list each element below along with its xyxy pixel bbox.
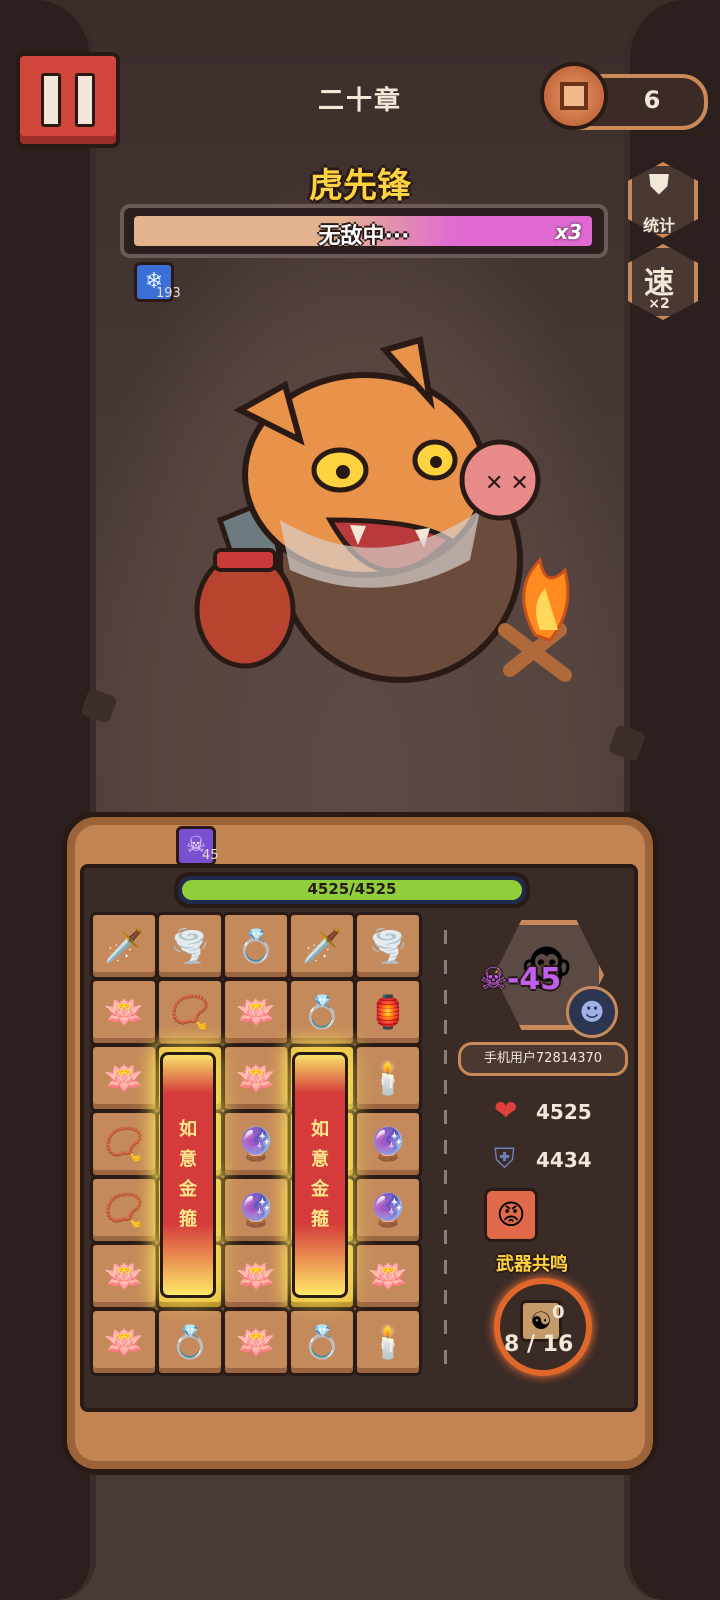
tiger-boss-illustration: ✕ ✕: [194, 336, 572, 683]
rage-face-icon[interactable]: 😡: [484, 1188, 538, 1242]
stats-label: 统计: [642, 216, 675, 235]
pillar-text: 如意金箍: [179, 1119, 197, 1230]
shield-icon: ⛨: [494, 1142, 516, 1175]
boss-health-bar: 无敌中··· x3: [120, 204, 608, 258]
lotus-tile[interactable]: 🪷: [222, 978, 290, 1046]
sword-tile[interactable]: 🗡️: [90, 912, 158, 980]
username-plate: 手机用户72814370: [458, 1042, 628, 1076]
svg-text:✕ ✕: ✕ ✕: [485, 471, 529, 496]
candle-tile[interactable]: 🕯️: [354, 1308, 422, 1376]
jade-ring-tile[interactable]: 💍: [288, 1308, 356, 1376]
jade-ring-tile[interactable]: 💍: [288, 978, 356, 1046]
lotus-tile[interactable]: 🪷: [222, 1044, 290, 1112]
lotus-tile[interactable]: 🪷: [90, 1044, 158, 1112]
boss-multiplier: x3: [555, 220, 582, 244]
jade-ring-tile[interactable]: 💍: [156, 1308, 224, 1376]
bracelet-tile[interactable]: 📿: [156, 978, 224, 1046]
panel-divider: [444, 930, 447, 1370]
coin-icon: [540, 62, 608, 130]
sword-tile[interactable]: 🗡️: [288, 912, 356, 980]
heart-icon: ❤: [494, 1094, 518, 1127]
wind-tile[interactable]: 🌪️: [354, 912, 422, 980]
lotus-tile[interactable]: 🪷: [354, 1242, 422, 1310]
lotus-tile[interactable]: 🪷: [222, 1242, 290, 1310]
player-hp-bar: 4525/4525: [174, 872, 530, 908]
avatar[interactable]: ☻: [566, 986, 618, 1038]
golden-staff-pillar[interactable]: 如意金箍: [160, 1052, 216, 1298]
lotus-tile[interactable]: 🪷: [90, 1242, 158, 1310]
buff-count: 193: [156, 286, 181, 301]
boss-status: 无敌中···: [318, 224, 410, 249]
damage-text: -45: [506, 962, 562, 997]
lotus-tile[interactable]: 🪷: [222, 1308, 290, 1376]
poison-count: 45: [202, 848, 219, 863]
orb-tile[interactable]: 🔮: [354, 1176, 422, 1244]
speed-multiplier: ×2: [648, 296, 670, 312]
player-armor-value: 4434: [536, 1148, 592, 1172]
orb-tile[interactable]: 🔮: [222, 1176, 290, 1244]
resonance-progress: 8 / 16: [504, 1332, 574, 1357]
coin-value: 6: [643, 86, 661, 114]
jade-ring-tile[interactable]: 💍: [222, 912, 290, 980]
bracelet-tile[interactable]: 📿: [90, 1110, 158, 1178]
orb-tile[interactable]: 🔮: [354, 1110, 422, 1178]
lotus-tile[interactable]: 🪷: [90, 978, 158, 1046]
wind-tile[interactable]: 🌪️: [156, 912, 224, 980]
player-hp-value: 4525: [536, 1100, 592, 1124]
orb-tile[interactable]: 🔮: [222, 1110, 290, 1178]
weapon-resonance-label: 武器共鸣: [496, 1254, 568, 1275]
lamp-tile[interactable]: 🏮: [354, 978, 422, 1046]
skull-mini-icon: ☠: [480, 962, 507, 997]
golden-staff-pillar[interactable]: 如意金箍: [292, 1052, 348, 1298]
candle-tile[interactable]: 🕯️: [354, 1044, 422, 1112]
lotus-tile[interactable]: 🪷: [90, 1308, 158, 1376]
pillar-text: 如意金箍: [311, 1119, 329, 1230]
boss-name: 虎先锋: [309, 166, 411, 206]
damage-float: ☠-45: [480, 962, 561, 997]
resonance-count: 0: [552, 1302, 565, 1323]
player-hp-text: 4525/4525: [307, 880, 397, 898]
bracelet-tile[interactable]: 📿: [90, 1176, 158, 1244]
